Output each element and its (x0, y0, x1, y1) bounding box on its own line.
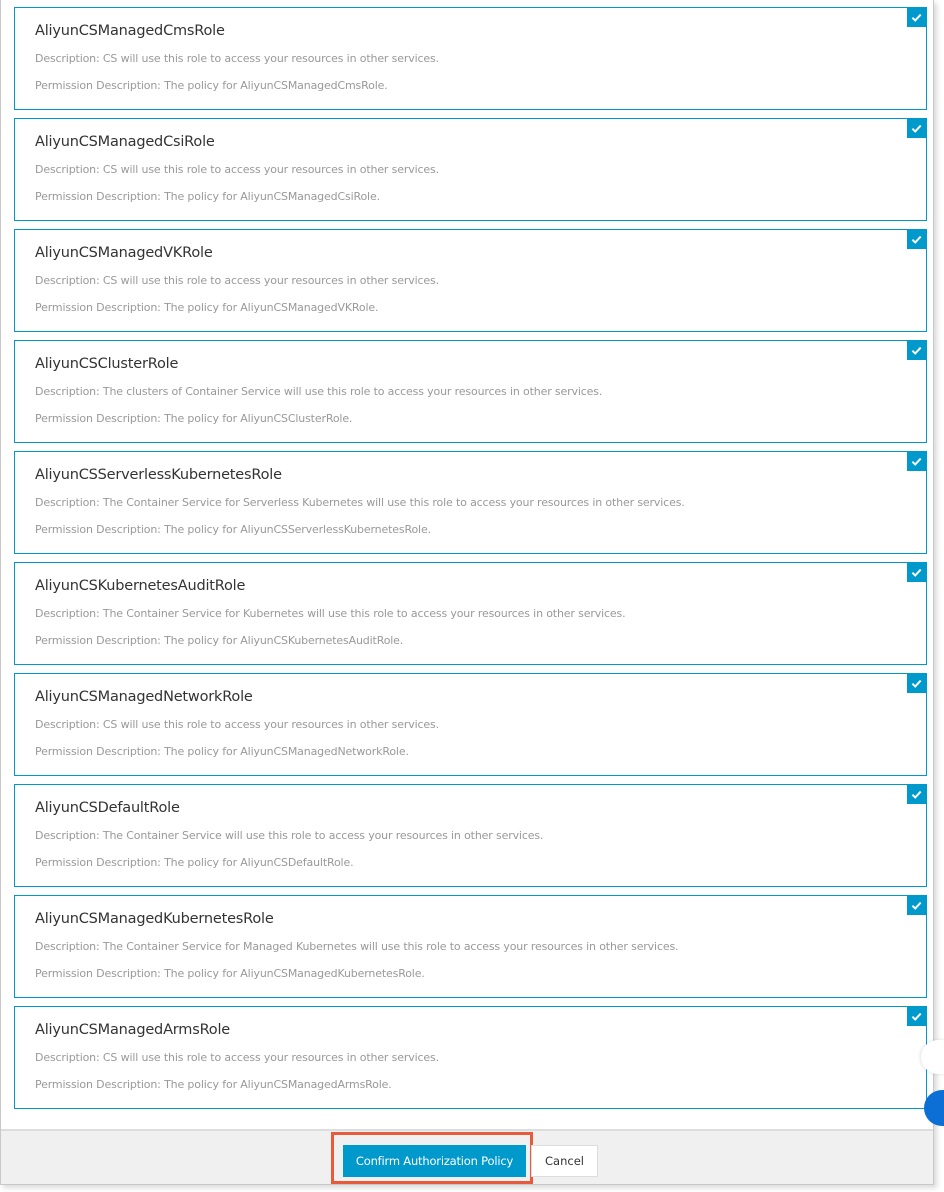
role-card[interactable]: AliyunCSManagedKubernetesRole Descriptio… (14, 895, 927, 998)
role-name: AliyunCSManagedArmsRole (35, 1022, 231, 1038)
role-permission-description: Permission Description: The policy for A… (35, 634, 404, 647)
role-description: Description: The Container Service for M… (35, 940, 679, 953)
role-permission-description: Permission Description: The policy for A… (35, 301, 379, 314)
role-permission-description: Permission Description: The policy for A… (35, 745, 409, 758)
role-card[interactable]: AliyunCSManagedCmsRole Description: CS w… (14, 7, 927, 110)
role-description: Description: CS will use this role to ac… (35, 163, 439, 176)
role-permission-description: Permission Description: The policy for A… (35, 856, 354, 869)
role-description: Description: The Container Service will … (35, 829, 544, 842)
checkmark-icon[interactable] (907, 563, 926, 582)
role-permission-description: Permission Description: The policy for A… (35, 1078, 392, 1091)
role-name: AliyunCSManagedKubernetesRole (35, 911, 274, 927)
role-description: Description: The Container Service for K… (35, 607, 626, 620)
role-name: AliyunCSManagedCmsRole (35, 23, 225, 39)
cancel-button[interactable]: Cancel (531, 1145, 598, 1177)
role-description: Description: CS will use this role to ac… (35, 1051, 439, 1064)
checkmark-icon[interactable] (907, 230, 926, 249)
role-card[interactable]: AliyunCSKubernetesAuditRole Description:… (14, 562, 927, 665)
role-card[interactable]: AliyunCSManagedCsiRole Description: CS w… (14, 118, 927, 221)
role-name: AliyunCSDefaultRole (35, 800, 180, 816)
role-permission-description: Permission Description: The policy for A… (35, 190, 380, 203)
confirm-authorization-policy-button[interactable]: Confirm Authorization Policy (343, 1145, 526, 1177)
role-name: AliyunCSServerlessKubernetesRole (35, 467, 282, 483)
role-card[interactable]: AliyunCSManagedVKRole Description: CS wi… (14, 229, 927, 332)
checkmark-icon[interactable] (907, 1007, 926, 1026)
role-list: AliyunCSManagedCmsRole Description: CS w… (14, 7, 927, 1117)
checkmark-icon[interactable] (907, 674, 926, 693)
role-description: Description: CS will use this role to ac… (35, 274, 439, 287)
role-description: Description: The Container Service for S… (35, 496, 685, 509)
checkmark-icon[interactable] (907, 8, 926, 27)
role-name: AliyunCSClusterRole (35, 356, 179, 372)
role-description: Description: CS will use this role to ac… (35, 718, 439, 731)
role-card[interactable]: AliyunCSManagedNetworkRole Description: … (14, 673, 927, 776)
role-permission-description: Permission Description: The policy for A… (35, 79, 388, 92)
checkmark-icon[interactable] (907, 341, 926, 360)
role-description: Description: The clusters of Container S… (35, 385, 603, 398)
role-name: AliyunCSKubernetesAuditRole (35, 578, 246, 594)
role-card[interactable]: AliyunCSManagedArmsRole Description: CS … (14, 1006, 927, 1109)
checkmark-icon[interactable] (907, 119, 926, 138)
role-card[interactable]: AliyunCSDefaultRole Description: The Con… (14, 784, 927, 887)
role-name: AliyunCSManagedVKRole (35, 245, 213, 261)
role-name: AliyunCSManagedCsiRole (35, 134, 215, 150)
checkmark-icon[interactable] (907, 896, 926, 915)
role-permission-description: Permission Description: The policy for A… (35, 967, 425, 980)
role-permission-description: Permission Description: The policy for A… (35, 412, 353, 425)
checkmark-icon[interactable] (907, 452, 926, 471)
role-card[interactable]: AliyunCSServerlessKubernetesRole Descrip… (14, 451, 927, 554)
role-card[interactable]: AliyunCSClusterRole Description: The clu… (14, 340, 927, 443)
role-name: AliyunCSManagedNetworkRole (35, 689, 253, 705)
role-description: Description: CS will use this role to ac… (35, 52, 439, 65)
checkmark-icon[interactable] (907, 785, 926, 804)
role-permission-description: Permission Description: The policy for A… (35, 523, 431, 536)
